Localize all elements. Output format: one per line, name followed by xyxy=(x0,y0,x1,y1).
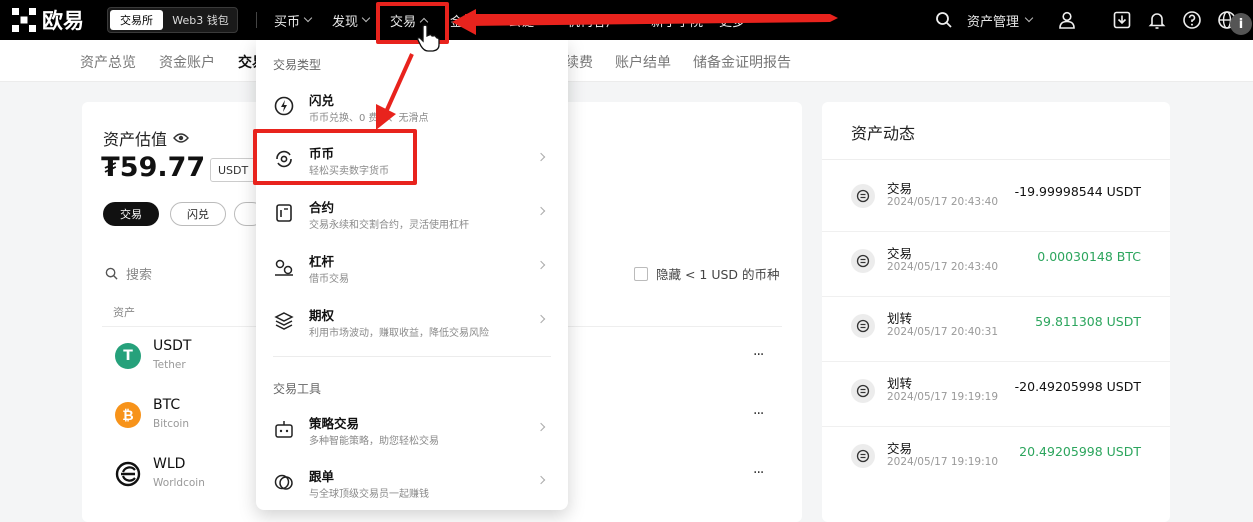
arrow-to-trade-head xyxy=(452,9,476,35)
arrow-to-spot-shaft xyxy=(384,53,414,113)
arrow-to-trade-shaft xyxy=(465,14,838,26)
annotation-arrows xyxy=(376,9,838,130)
hand-cursor-icon xyxy=(417,24,440,52)
